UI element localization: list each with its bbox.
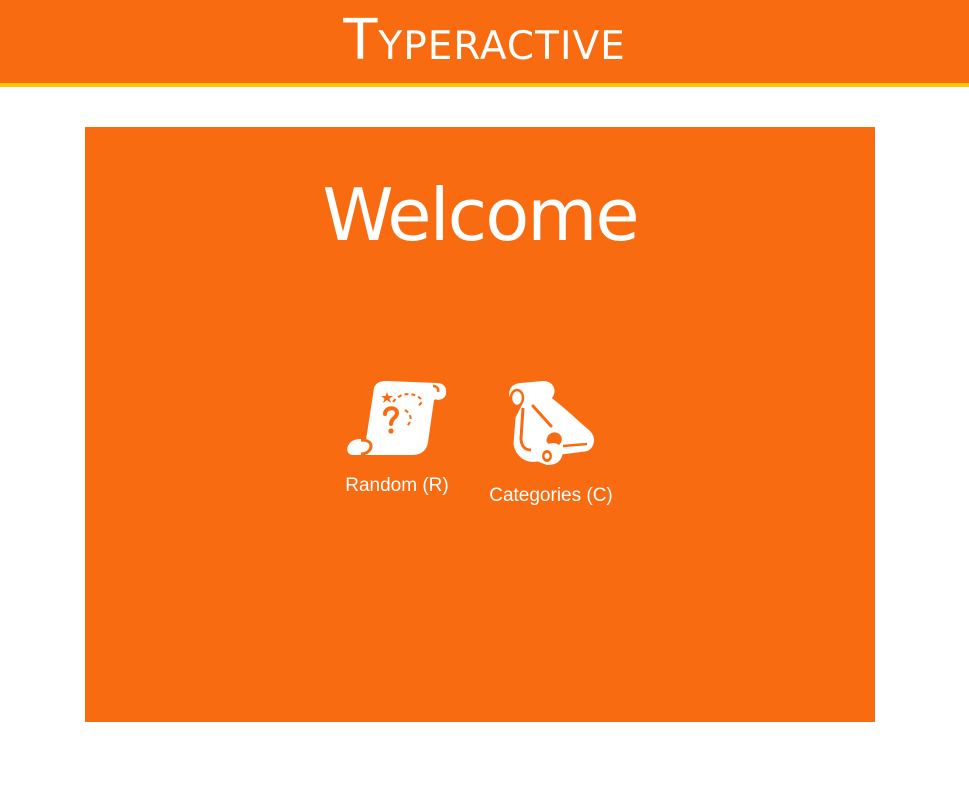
app-header: Typeractive: [0, 0, 969, 87]
random-label: Random (R): [345, 475, 449, 496]
random-button[interactable]: Random (R): [339, 380, 455, 495]
categories-label: Categories (C): [489, 485, 613, 506]
welcome-panel: Welcome Random (R) Categories (C): [85, 127, 875, 722]
page-title: Welcome: [322, 173, 639, 257]
categories-button[interactable]: Categories (C): [483, 380, 619, 505]
app-title: Typeractive: [343, 7, 626, 73]
scroll-question-icon: [347, 381, 447, 456]
scroll-categories-icon: [509, 381, 594, 466]
